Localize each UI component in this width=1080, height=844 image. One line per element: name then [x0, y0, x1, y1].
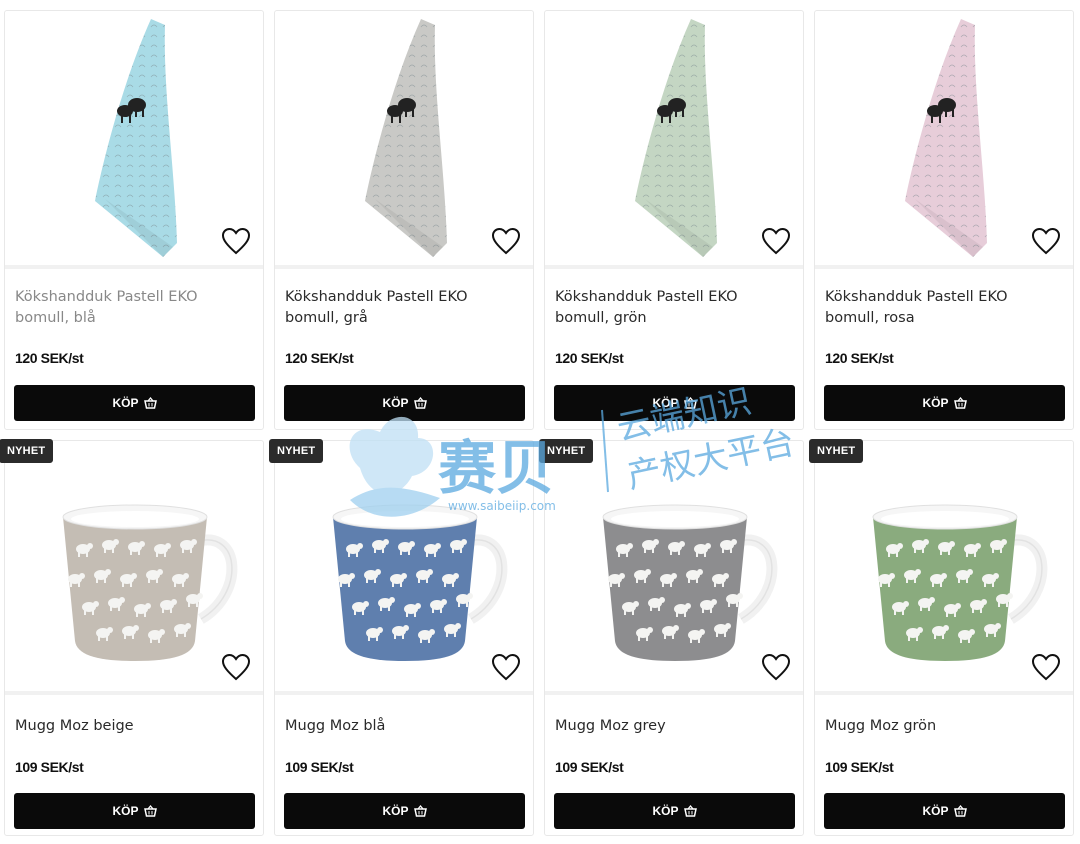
heart-icon[interactable] [1031, 227, 1061, 255]
buy-button[interactable]: KÖP [554, 793, 795, 829]
buy-button-label: KÖP [382, 804, 409, 818]
product-card[interactable]: Kökshandduk Pastell EKO bomull, grå 120 S… [274, 10, 534, 430]
buy-button-label: KÖP [922, 396, 949, 410]
buy-button-label: KÖP [652, 804, 679, 818]
basket-icon [143, 397, 157, 409]
heart-icon[interactable] [221, 227, 251, 255]
basket-icon [683, 805, 697, 817]
product-image[interactable] [275, 11, 533, 269]
product-price: 120 SEK/st [15, 350, 84, 366]
heart-icon[interactable] [761, 653, 791, 681]
product-name[interactable]: Mugg Moz beige [15, 716, 245, 737]
product-name[interactable]: Mugg Moz blå [285, 716, 515, 737]
new-badge: NYHET [269, 439, 324, 463]
product-card[interactable]: Kökshandduk Pastell EKO bomull, grön 120 … [544, 10, 804, 430]
product-price: 109 SEK/st [825, 759, 894, 775]
product-price: 120 SEK/st [285, 350, 354, 366]
buy-button[interactable]: KÖP [824, 385, 1065, 421]
buy-button[interactable]: KÖP [14, 385, 255, 421]
product-name[interactable]: Kökshandduk Pastell EKO bomull, grå [285, 287, 515, 329]
product-card[interactable]: NYHET Mugg Moz beige 109 SEK/st KÖP [0, 439, 264, 836]
heart-icon[interactable] [1031, 653, 1061, 681]
buy-button[interactable]: KÖP [284, 793, 525, 829]
buy-button-label: KÖP [652, 396, 679, 410]
product-price: 109 SEK/st [555, 759, 624, 775]
basket-icon [953, 805, 967, 817]
heart-icon[interactable] [491, 653, 521, 681]
product-card[interactable]: NYHET Mugg Moz blå 109 SEK/st KÖP [269, 439, 534, 836]
new-badge: NYHET [539, 439, 594, 463]
buy-button[interactable]: KÖP [554, 385, 795, 421]
product-image[interactable] [275, 441, 533, 695]
product-card[interactable]: NYHET Mugg Moz grey 109 SEK/st KÖP [539, 439, 804, 836]
product-image[interactable] [815, 441, 1073, 695]
product-name[interactable]: Mugg Moz grey [555, 716, 785, 737]
product-image[interactable] [545, 441, 803, 695]
product-image[interactable] [815, 11, 1073, 269]
product-price: 109 SEK/st [285, 759, 354, 775]
product-grid: Kökshandduk Pastell EKO bomull, blå 120 S… [0, 10, 1074, 836]
buy-button-label: KÖP [922, 804, 949, 818]
product-card[interactable]: Kökshandduk Pastell EKO bomull, blå 120 S… [4, 10, 264, 430]
product-price: 109 SEK/st [15, 759, 84, 775]
heart-icon[interactable] [491, 227, 521, 255]
buy-button[interactable]: KÖP [14, 793, 255, 829]
new-badge: NYHET [0, 439, 54, 463]
product-image[interactable] [545, 11, 803, 269]
basket-icon [413, 397, 427, 409]
product-price: 120 SEK/st [825, 350, 894, 366]
product-card[interactable]: Kökshandduk Pastell EKO bomull, rosa 120 … [814, 10, 1074, 430]
product-image[interactable] [5, 441, 263, 695]
buy-button[interactable]: KÖP [284, 385, 525, 421]
buy-button-label: KÖP [112, 396, 139, 410]
product-name[interactable]: Kökshandduk Pastell EKO bomull, blå [15, 287, 245, 329]
basket-icon [953, 397, 967, 409]
product-name[interactable]: Kökshandduk Pastell EKO bomull, rosa [825, 287, 1055, 329]
product-card[interactable]: NYHET Mugg Moz grön 109 SEK/st KÖP [809, 439, 1074, 836]
buy-button[interactable]: KÖP [824, 793, 1065, 829]
buy-button-label: KÖP [112, 804, 139, 818]
heart-icon[interactable] [761, 227, 791, 255]
product-image[interactable] [5, 11, 263, 269]
new-badge: NYHET [809, 439, 864, 463]
buy-button-label: KÖP [382, 396, 409, 410]
product-price: 120 SEK/st [555, 350, 624, 366]
basket-icon [143, 805, 157, 817]
heart-icon[interactable] [221, 653, 251, 681]
basket-icon [413, 805, 427, 817]
basket-icon [683, 397, 697, 409]
product-name[interactable]: Kökshandduk Pastell EKO bomull, grön [555, 287, 785, 329]
product-name[interactable]: Mugg Moz grön [825, 716, 1055, 737]
